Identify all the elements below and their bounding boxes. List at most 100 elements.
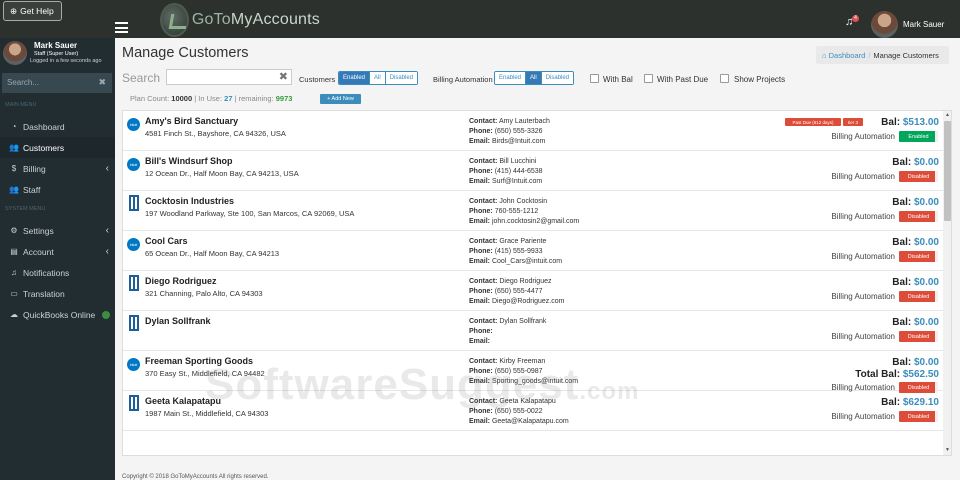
customers-all-button[interactable]: All [369,72,385,84]
billing-all-button[interactable]: All [525,72,541,84]
dollar-icon: $ [11,164,17,173]
footer-copyright: Copyright © 2018 GoToMyAccounts All righ… [122,474,269,480]
billing-automation-toggle[interactable]: Disabled [899,291,938,302]
search-input[interactable]: ✖ [166,69,292,85]
add-new-button[interactable]: + Add New [320,94,361,104]
sidebar-item-quickbooks-online[interactable]: ☁ QuickBooks Online [0,304,115,325]
clear-search-icon[interactable]: ✖ [98,77,106,88]
total-balance-amount[interactable]: $562.50 [903,369,939,380]
customers-enabled-button[interactable]: Enabled [339,72,370,84]
scroll-down-icon[interactable]: ▼ [944,447,951,455]
staff-icon: 👥 [9,185,19,194]
phone-label: Phone: [469,248,493,255]
sidebar-item-label: Account [23,246,54,257]
contact-label: Contact: [469,318,498,325]
customer-name[interactable]: Bill's Windsurf Shop [145,156,233,166]
balance-amount[interactable]: $513.00 [903,117,939,128]
customers-filter-toggle: Enabled All Disabled [338,71,419,85]
customer-name[interactable]: Amy's Bird Sanctuary [145,116,238,126]
customer-address: 65 Ocean Dr., Half Moon Bay, CA 94213 [145,249,280,258]
quickbooks-icon: intuit [127,358,140,371]
customer-address: 197 Woodland Parkway, Ste 100, San Marco… [145,209,355,218]
sidebar-item-staff[interactable]: 👥 Staff [0,179,115,200]
avatar[interactable] [871,11,898,38]
table-row[interactable]: Dylan Sollfrank Contact: Dylan Sollfrank P… [123,311,943,351]
balance: Bal: $0.00 [892,357,939,368]
cloud-icon: ☁ [10,310,18,319]
sidebar-item-dashboard[interactable]: ◔ Dashboard [0,116,115,137]
balance-amount[interactable]: $0.00 [914,317,939,328]
balance: Bal: $0.00 [892,197,939,208]
table-row[interactable]: Diego Rodriguez 321 Channing, Palo Alto, … [123,271,943,311]
table-row[interactable]: intuit Bill's Windsurf Shop 12 Ocean Dr., … [123,151,943,191]
balance: Bal: $0.00 [892,157,939,168]
scrollbar[interactable]: ▲ ▼ [943,111,951,455]
bell-icon: ♫ [11,268,17,277]
plan-count-label: Plan Count: [130,94,170,103]
balance: Bal: $0.00 [892,317,939,328]
customer-name[interactable]: Cocktosin Industries [145,196,234,206]
customer-name[interactable]: Dylan Sollfrank [145,316,211,326]
profile-role: Staff (Super User) [34,51,79,57]
get-help-button[interactable]: ⊕ Get Help [3,1,62,21]
balance-amount[interactable]: $0.00 [914,237,939,248]
translation-icon: ▭ [10,289,18,298]
sidebar-item-settings[interactable]: ⚙ Settings ‹ [0,220,115,241]
plan-separator: | [234,94,237,103]
billing-automation-toggle[interactable]: Disabled [899,171,938,182]
balance-amount[interactable]: $0.00 [914,157,939,168]
balance-amount[interactable]: $0.00 [914,277,939,288]
with-past-due-label[interactable]: With Past Due [657,75,708,84]
notification-badge: 4 [852,15,859,22]
clear-search-icon[interactable]: ✖ [279,70,288,83]
in-use-label: In Use: [198,94,223,103]
sidebar-avatar [3,41,27,65]
email-label: Email: [469,338,491,345]
top-user-name[interactable]: Mark Sauer [903,20,944,29]
show-projects-checkbox[interactable] [720,74,729,83]
table-row[interactable]: intuit Cool Cars 65 Ocean Dr., Half Moon B… [123,231,943,271]
customer-contact: Contact: Bill Lucchini Phone: (415) 444-6… [469,157,543,187]
customers-disabled-button[interactable]: Disabled [384,72,418,84]
sidebar-item-translation[interactable]: ▭ Translation [0,283,115,304]
table-row[interactable]: intuit Amy's Bird Sanctuary 4581 Finch St.… [123,111,943,151]
sidebar-item-label: Customers [23,142,65,153]
billing-automation-toggle[interactable]: Disabled [899,251,938,262]
table-row[interactable]: Cocktosin Industries 197 Woodland Parkway… [123,191,943,231]
logo[interactable]: GoToMyAccounts [160,2,320,37]
email-label: Email: [469,178,491,185]
with-bal-label[interactable]: With Bal [603,75,633,84]
billing-automation-toggle[interactable]: Disabled [899,331,938,342]
customer-contact: Contact: Dylan Sollfrank Phone: Email: [469,317,546,347]
balance-amount[interactable]: $0.00 [914,357,939,368]
email-label: Email: [469,258,491,265]
with-bal-checkbox[interactable] [590,74,599,83]
phone-label: Phone: [469,208,493,215]
customer-name[interactable]: Cool Cars [145,236,188,246]
show-projects-label[interactable]: Show Projects [734,75,785,84]
billing-automation-toggle[interactable]: Disabled [899,211,938,222]
contact-value: Diego Rodriguez [499,278,552,285]
get-help-label: Get Help [20,6,54,16]
balance-amount[interactable]: $0.00 [914,197,939,208]
scroll-up-icon[interactable]: ▲ [944,112,951,120]
sidebar-item-billing[interactable]: $ Billing ‹ [0,158,115,179]
sidebar-item-notifications[interactable]: ♫ Notifications [0,262,115,283]
with-past-due-checkbox[interactable] [644,74,653,83]
customer-name[interactable]: Diego Rodriguez [145,276,217,286]
user-profile: Mark Sauer Staff (Super User) Logged in … [0,38,115,70]
balance-amount[interactable]: $629.10 [903,397,939,408]
sidebar-search-input[interactable]: Search... ✖ [2,73,112,93]
email-value: john.cocktosin2@gmail.com [491,218,580,225]
hamburger-menu-icon[interactable] [115,22,128,33]
profile-name: Mark Sauer [34,41,78,50]
breadcrumb-dashboard-link[interactable]: ⌂ Dashboard [822,51,865,60]
scrollbar-thumb[interactable] [944,121,951,221]
billing-filter-toggle: Enabled All Disabled [494,71,575,85]
sidebar-item-customers[interactable]: 👥 Customers [0,137,115,158]
sidebar-item-account[interactable]: ▤ Account ‹ [0,241,115,262]
billing-automation-toggle[interactable]: Disabled [899,411,938,422]
billing-enabled-button[interactable]: Enabled [495,72,526,84]
billing-automation-toggle[interactable]: Enabled [899,131,938,142]
billing-disabled-button[interactable]: Disabled [540,72,574,84]
